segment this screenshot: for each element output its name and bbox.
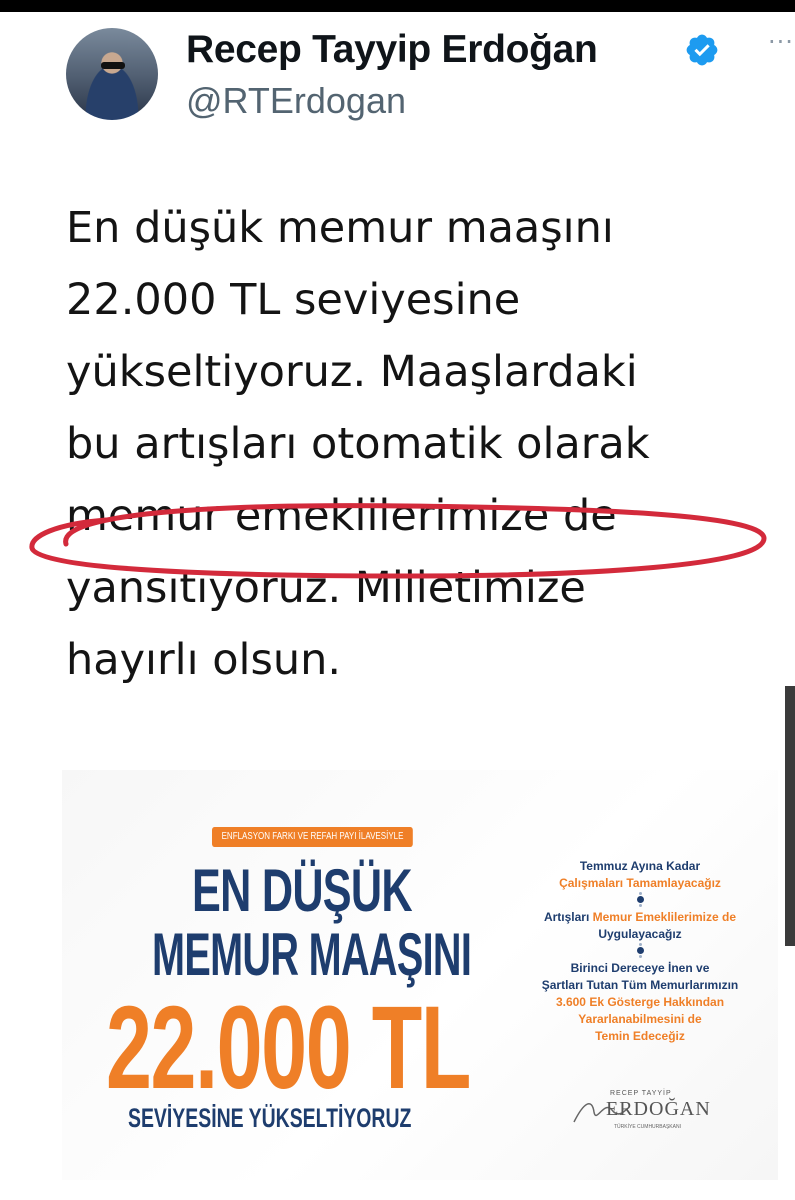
signature-logo: RECEP TAYYİP ERDOĞAN TÜRKİYE CUMHURBAŞKA…	[570, 1088, 710, 1138]
step-3-line-1: Birinci Dereceye İnen ve	[570, 961, 710, 975]
more-options-icon[interactable]: ···	[768, 28, 794, 56]
scrollbar[interactable]	[785, 686, 795, 946]
step-3-line-3: 3.600 Ek Gösterge Hakkından	[555, 995, 725, 1009]
step-3-line-5: Temin Edeceğiz	[595, 1029, 685, 1043]
infographic-headline-1: EN DÜŞÜK	[192, 857, 413, 924]
step-2-highlight: Memur Emeklilerimize de	[592, 910, 737, 924]
step-1-line-1: Temmuz Ayına Kadar	[579, 859, 701, 873]
signature-top: RECEP TAYYİP	[610, 1090, 672, 1097]
step-2-pre: Artışları	[543, 910, 593, 924]
top-status-bar	[0, 0, 795, 12]
step-divider-dot-icon	[636, 896, 644, 903]
signature-bottom: TÜRKİYE CUMHURBAŞKANI	[614, 1124, 681, 1130]
step-3: Birinci Dereceye İnen ve Şartları Tutan …	[510, 960, 770, 1045]
step-1: Temmuz Ayına Kadar Çalışmaları Tamamlaya…	[510, 858, 770, 892]
step-2-line-2: Uygulayacağız	[598, 927, 682, 941]
infographic-subline: SEVİYESİNE YÜKSELTİYORUZ	[128, 1103, 412, 1133]
verified-badge-icon	[686, 34, 718, 66]
infographic-headline-2: MEMUR MAAŞINI	[152, 921, 472, 988]
step-3-line-4: Yararlanabilmesini de	[578, 1012, 702, 1026]
tweet-text: En düşük memur maaşını 22.000 TL seviyes…	[66, 203, 650, 685]
infographic-amount: 22.000 TL	[106, 982, 471, 1114]
avatar-sunglasses	[101, 62, 125, 69]
step-divider-dot-icon	[636, 947, 644, 954]
infographic-tag: ENFLASYON FARKI VE REFAH PAYI İLAVESİYLE	[212, 827, 414, 847]
step-1-line-2: Çalışmaları Tamamlayacağız	[559, 876, 721, 890]
step-3-line-2: Şartları Tutan Tüm Memurlarımızın	[541, 978, 739, 992]
attached-image[interactable]: ENFLASYON FARKI VE REFAH PAYI İLAVESİYLE…	[62, 770, 778, 1180]
red-highlight-ellipse	[29, 503, 767, 579]
infographic-steps: Temmuz Ayına Kadar Çalışmaları Tamamlaya…	[510, 858, 770, 1049]
profile-avatar[interactable]	[66, 28, 158, 120]
signature-name: ERDOĞAN	[606, 1098, 711, 1120]
user-handle[interactable]: @RTErdogan	[186, 80, 406, 122]
display-name[interactable]: Recep Tayyip Erdoğan	[186, 28, 598, 72]
step-2: Artışları Memur Emeklilerimize de Uygula…	[510, 909, 770, 943]
